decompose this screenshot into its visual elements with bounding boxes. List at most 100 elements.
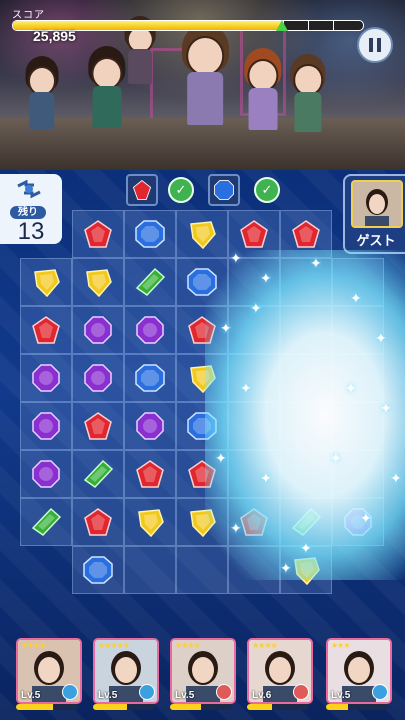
skill-gauge-fill — [16, 704, 54, 710]
attribute-badge-icon — [62, 684, 78, 700]
rarity-stars: ★★★★ — [21, 641, 47, 650]
skill-gauge-fill — [170, 704, 201, 710]
score-tick — [333, 21, 334, 30]
sparkle-icon: ✦ — [250, 300, 262, 316]
guest-avatar-image — [353, 182, 401, 226]
yellow-gem[interactable] — [133, 506, 167, 538]
yellow-gem[interactable] — [81, 266, 115, 298]
skill-gauge — [247, 704, 309, 710]
sparkle-icon: ✦ — [350, 290, 362, 306]
green-gem[interactable] — [289, 506, 323, 538]
sparkle-icon: ✦ — [240, 380, 252, 396]
board-cell[interactable] — [280, 450, 332, 498]
member-card[interactable]: ★★★★ Lv.5 — [170, 638, 236, 704]
board-cell[interactable] — [124, 546, 176, 594]
sparkle-icon: ✦ — [230, 520, 242, 536]
blue-gem[interactable] — [133, 218, 167, 250]
board-cell[interactable] — [228, 402, 280, 450]
board-cell[interactable] — [280, 402, 332, 450]
blue-gem-icon — [214, 180, 234, 200]
member-card[interactable]: ★★★ Lv.5 — [326, 638, 392, 704]
guest-panel[interactable]: ゲスト — [343, 174, 405, 254]
rarity-stars: ★★★ — [331, 641, 350, 650]
yellow-gem[interactable] — [185, 218, 219, 250]
purple-gem[interactable] — [29, 458, 63, 490]
green-gem[interactable] — [29, 506, 63, 538]
purple-gem[interactable] — [133, 410, 167, 442]
yellow-gem[interactable] — [29, 266, 63, 298]
swap-hand-icon — [17, 179, 41, 199]
idol-figure — [285, 54, 331, 138]
board-cell[interactable] — [228, 546, 280, 594]
guest-label: ゲスト — [356, 233, 396, 248]
sparkle-icon: ✦ — [360, 510, 372, 526]
skill-gauge — [170, 704, 232, 710]
red-gem[interactable] — [237, 218, 271, 250]
member-card[interactable]: ★★★★ Lv.5 — [16, 638, 82, 704]
guest-portrait — [351, 180, 403, 228]
purple-gem[interactable] — [29, 410, 63, 442]
board-cell[interactable] — [228, 354, 280, 402]
sparkle-icon: ✦ — [220, 320, 232, 336]
sparkle-icon: ✦ — [230, 250, 242, 266]
skill-gauge-fill — [93, 704, 128, 710]
skill-gauge — [326, 704, 388, 710]
green-gem[interactable] — [81, 458, 115, 490]
board-cell[interactable] — [332, 354, 384, 402]
board-cell[interactable] — [176, 546, 228, 594]
yellow-gem[interactable] — [185, 506, 219, 538]
attribute-badge-icon — [139, 684, 155, 700]
idol-figure — [20, 56, 64, 135]
red-gem[interactable] — [133, 458, 167, 490]
pause-button[interactable] — [357, 27, 393, 63]
yellow-gem[interactable] — [289, 554, 323, 586]
sparkle-icon: ✦ — [310, 255, 322, 271]
red-gem[interactable] — [237, 506, 271, 538]
card-level: Lv.5 — [98, 690, 118, 701]
red-gem[interactable] — [81, 506, 115, 538]
member-card[interactable]: ★★★★★ Lv.5 — [93, 638, 159, 704]
attribute-badge-icon — [293, 684, 309, 700]
blue-gem[interactable] — [133, 362, 167, 394]
board-cell[interactable] — [280, 258, 332, 306]
blue-gem[interactable] — [185, 266, 219, 298]
red-gem[interactable] — [29, 314, 63, 346]
attribute-badge-icon — [372, 684, 388, 700]
blue-gem[interactable] — [185, 410, 219, 442]
yellow-gem[interactable] — [185, 362, 219, 394]
purple-gem[interactable] — [81, 314, 115, 346]
red-gem[interactable] — [185, 314, 219, 346]
moves-count: 13 — [17, 218, 45, 245]
score-marker-icon — [275, 20, 288, 31]
board-cell[interactable] — [332, 402, 384, 450]
green-gem[interactable] — [133, 266, 167, 298]
sparkle-icon: ✦ — [215, 450, 227, 466]
board-cell[interactable] — [280, 354, 332, 402]
board-cell[interactable] — [228, 450, 280, 498]
sparkle-icon: ✦ — [300, 540, 312, 556]
idol-figure — [175, 24, 236, 133]
purple-gem[interactable] — [133, 314, 167, 346]
rarity-stars: ★★★★ — [175, 641, 201, 650]
sparkle-icon: ✦ — [375, 330, 387, 346]
card-level: Lv.5 — [175, 690, 195, 701]
sparkle-icon: ✦ — [260, 470, 272, 486]
red-gem[interactable] — [289, 218, 323, 250]
red-gem[interactable] — [185, 458, 219, 490]
member-card[interactable]: ★★★★ Lv.6 — [247, 638, 313, 704]
score-label: スコア — [12, 10, 45, 21]
card-level: Lv.5 — [21, 690, 41, 701]
blue-gem[interactable] — [81, 554, 115, 586]
moves-panel: 残り 13 — [0, 174, 62, 245]
red-gem[interactable] — [81, 410, 115, 442]
sparkle-icon: ✦ — [390, 470, 402, 486]
goal-red-gem — [126, 174, 158, 206]
board-cell[interactable] — [280, 306, 332, 354]
red-gem-icon — [132, 180, 152, 200]
purple-gem[interactable] — [81, 362, 115, 394]
sparkle-icon: ✦ — [330, 450, 342, 466]
skill-gauge — [16, 704, 78, 710]
attribute-badge-icon — [216, 684, 232, 700]
purple-gem[interactable] — [29, 362, 63, 394]
red-gem[interactable] — [81, 218, 115, 250]
